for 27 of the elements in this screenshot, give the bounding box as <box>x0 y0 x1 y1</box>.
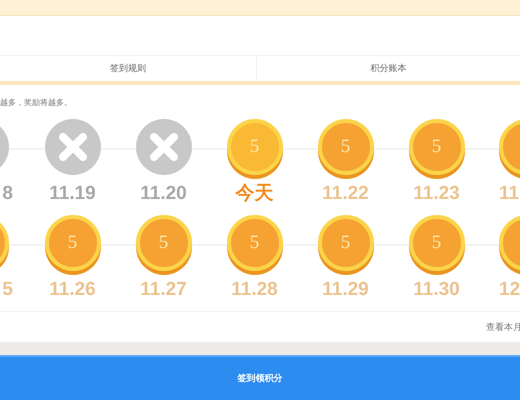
coin-points: 5 <box>340 232 350 254</box>
day-label: 11.23 <box>413 183 460 205</box>
day-label: 12 <box>499 279 520 301</box>
sign-in-button[interactable]: 签到领积分 <box>0 355 520 400</box>
coin-points: 5 <box>158 232 168 254</box>
coin-points: 5 <box>432 136 442 158</box>
day-label: 11.28 <box>231 279 278 301</box>
month-link[interactable]: 查看本月 <box>486 320 520 334</box>
coin-points: 5 <box>250 136 260 158</box>
coin-points: 5 <box>68 232 78 254</box>
coin-points: 5 <box>250 232 260 254</box>
day-label: 11.26 <box>49 279 96 301</box>
rule-note: 越多，奖励将越多。 <box>0 97 73 109</box>
day-label: 11.29 <box>322 279 369 301</box>
day-label: 11 <box>499 183 520 205</box>
day-label: 11.22 <box>322 183 369 205</box>
day-label: 11.19 <box>49 183 96 205</box>
tab[interactable]: 积分账本 <box>257 56 520 81</box>
day-label: 11.20 <box>140 183 187 205</box>
day-label: 11.30 <box>413 279 460 301</box>
coin-points: 5 <box>432 232 442 254</box>
day-label: 8 <box>2 183 13 205</box>
day-label: 11.27 <box>140 279 187 301</box>
day-label: 5 <box>2 279 13 301</box>
day-label: 今天 <box>236 183 274 205</box>
tab[interactable]: 签到规则 <box>0 56 257 81</box>
coin-points: 5 <box>340 136 350 158</box>
